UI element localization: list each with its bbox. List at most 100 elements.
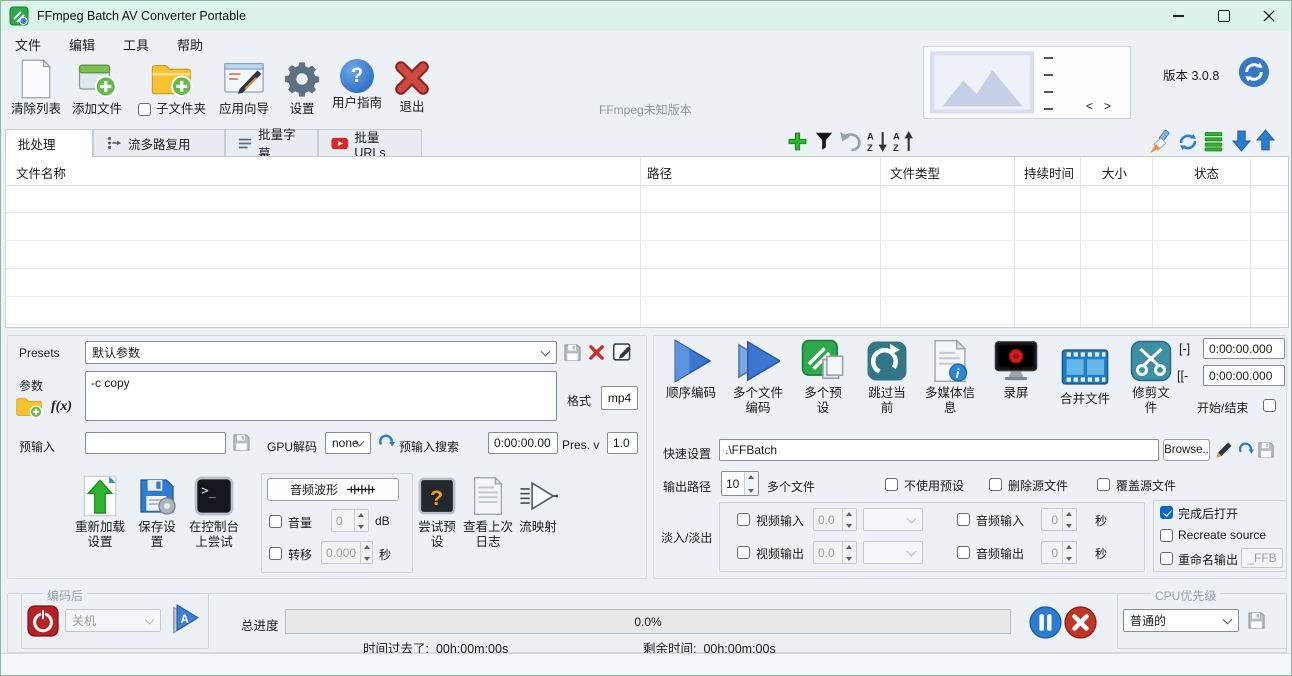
preset-select[interactable]: 默认参数: [85, 341, 557, 364]
exit-button[interactable]: 退出: [389, 59, 435, 115]
spin-up[interactable]: [1063, 509, 1076, 520]
fx-variables-button[interactable]: f(x): [51, 399, 72, 415]
col-filename[interactable]: 文件名称: [16, 163, 66, 182]
col-path[interactable]: 路径: [647, 163, 672, 182]
stream-map-button[interactable]: 流映射: [515, 475, 561, 535]
spin-down[interactable]: [1063, 520, 1076, 531]
spin-down[interactable]: [361, 553, 372, 564]
spin-down[interactable]: [355, 521, 368, 532]
spin-up[interactable]: [1063, 542, 1076, 553]
spin-up[interactable]: [355, 510, 368, 521]
video-out-checkbox[interactable]: [737, 546, 750, 559]
subfolders-checkbox[interactable]: [138, 103, 151, 116]
tab-urls[interactable]: 批量 URLs: [318, 129, 422, 156]
save-path-button[interactable]: [1257, 441, 1275, 462]
media-info-button[interactable]: i 多媒体信息: [921, 339, 979, 416]
spin-down[interactable]: [843, 553, 856, 564]
audio-out-checkbox[interactable]: [957, 546, 970, 559]
preinput-refresh-button[interactable]: [377, 433, 395, 454]
rename-output-checkbox[interactable]: [1160, 552, 1173, 565]
overwrite-source-checkbox[interactable]: [1097, 478, 1110, 491]
delete-source-checkbox[interactable]: [989, 478, 1002, 491]
save-preset-button[interactable]: [563, 343, 582, 365]
spin-up[interactable]: [745, 472, 758, 484]
multi-preset-button[interactable]: 多个预设: [799, 339, 847, 416]
list-view-button[interactable]: [1203, 131, 1224, 155]
tab-mux[interactable]: 流多路复用: [93, 129, 225, 156]
sequential-encode-button[interactable]: 顺序编码: [659, 339, 723, 401]
video-in-spinner[interactable]: 0.0: [813, 508, 857, 531]
app-wizard-button[interactable]: 应用向导: [215, 59, 273, 117]
browse-button[interactable]: Browse..: [1163, 439, 1210, 461]
save-preinput-button[interactable]: [232, 433, 251, 455]
menu-tools[interactable]: 工具: [109, 31, 163, 58]
col-status[interactable]: 状态: [1194, 163, 1219, 182]
save-priority-button[interactable]: [1247, 611, 1266, 633]
video-in-checkbox[interactable]: [737, 513, 750, 526]
file-table[interactable]: 文件名称 路径 文件类型 持续时间 大小 状态: [5, 156, 1289, 328]
tab-batch[interactable]: 批处理: [5, 129, 93, 157]
preview-prev-button[interactable]: <: [1086, 99, 1093, 113]
edit-preset-button[interactable]: [612, 341, 633, 365]
check-updates-button[interactable]: [1238, 56, 1270, 91]
video-out-spinner[interactable]: 0.0: [813, 541, 857, 564]
spin-up[interactable]: [843, 509, 856, 520]
video-in-type-select[interactable]: [863, 508, 923, 531]
volume-spinner[interactable]: 0: [331, 509, 369, 532]
after-encoding-select[interactable]: 关机: [65, 609, 161, 632]
clean-names-button[interactable]: [1149, 130, 1173, 157]
spin-down[interactable]: [843, 520, 856, 531]
settings-button[interactable]: 设置: [279, 59, 325, 117]
reload-settings-button[interactable]: 重新加载设置: [73, 475, 127, 550]
user-guide-button[interactable]: ? 用户指南: [327, 59, 387, 111]
screen-record-button[interactable]: 录屏: [993, 339, 1039, 401]
format-input[interactable]: mp4: [601, 386, 638, 410]
move-up-button[interactable]: [1255, 129, 1276, 155]
shutdown-button[interactable]: [27, 605, 59, 640]
audio-in-spinner[interactable]: 0: [1041, 508, 1077, 531]
col-duration[interactable]: 持续时间: [1024, 163, 1074, 182]
view-log-button[interactable]: 查看上次日志: [463, 475, 513, 550]
trim-files-button[interactable]: 修剪文件: [1129, 339, 1173, 416]
recreate-source-checkbox[interactable]: [1160, 529, 1173, 542]
start-end-checkbox[interactable]: [1263, 399, 1276, 412]
minimize-button[interactable]: [1156, 1, 1201, 31]
refresh-list-button[interactable]: [1177, 131, 1199, 156]
video-out-type-select[interactable]: [863, 541, 923, 564]
audio-out-spinner[interactable]: 0: [1041, 541, 1077, 564]
spin-down[interactable]: [1063, 553, 1076, 564]
reset-path-button[interactable]: [1237, 441, 1254, 461]
auto-start-button[interactable]: A: [169, 603, 199, 640]
try-console-button[interactable]: >_ 在控制台上尝试: [183, 475, 245, 550]
volume-checkbox[interactable]: [269, 515, 282, 528]
sort-az-asc-button[interactable]: AZ: [893, 130, 916, 156]
menu-edit[interactable]: 编辑: [55, 31, 109, 58]
trim-end-input[interactable]: 0:00:00.000: [1203, 365, 1285, 386]
sort-az-desc-button[interactable]: AZ: [867, 130, 890, 156]
open-when-done-checkbox[interactable]: [1160, 506, 1173, 519]
merge-files-button[interactable]: 合并文件: [1059, 339, 1111, 407]
try-preset-button[interactable]: ? 尝试预设: [413, 475, 461, 550]
delete-preset-button[interactable]: [587, 343, 606, 365]
spin-down[interactable]: [745, 484, 758, 496]
col-size[interactable]: 大小: [1102, 163, 1127, 182]
audio-in-checkbox[interactable]: [957, 513, 970, 526]
pause-button[interactable]: [1029, 606, 1062, 642]
spin-up[interactable]: [843, 542, 856, 553]
rename-suffix-input[interactable]: _FFB: [1241, 548, 1283, 568]
skip-current-button[interactable]: 跳过当前: [863, 339, 911, 416]
add-files-button[interactable]: 添加文件: [67, 59, 127, 117]
add-path-to-params-button[interactable]: [15, 395, 43, 422]
multi-file-encode-button[interactable]: 多个文件编码: [733, 339, 783, 416]
preset-version-input[interactable]: 1.0: [607, 432, 638, 454]
preview-next-button[interactable]: >: [1104, 99, 1111, 113]
close-button[interactable]: [1246, 1, 1291, 31]
concurrent-files-spinner[interactable]: 10: [721, 471, 759, 496]
trim-start-input[interactable]: 0:00:00.000: [1203, 338, 1285, 359]
output-folder-input[interactable]: .\FFBatch: [719, 439, 1159, 461]
clear-list-button[interactable]: 清除列表: [5, 59, 67, 117]
menu-help[interactable]: 帮助: [163, 31, 217, 58]
shift-checkbox[interactable]: [269, 547, 282, 560]
menu-file[interactable]: 文件: [1, 31, 55, 58]
no-preset-checkbox[interactable]: [885, 478, 898, 491]
